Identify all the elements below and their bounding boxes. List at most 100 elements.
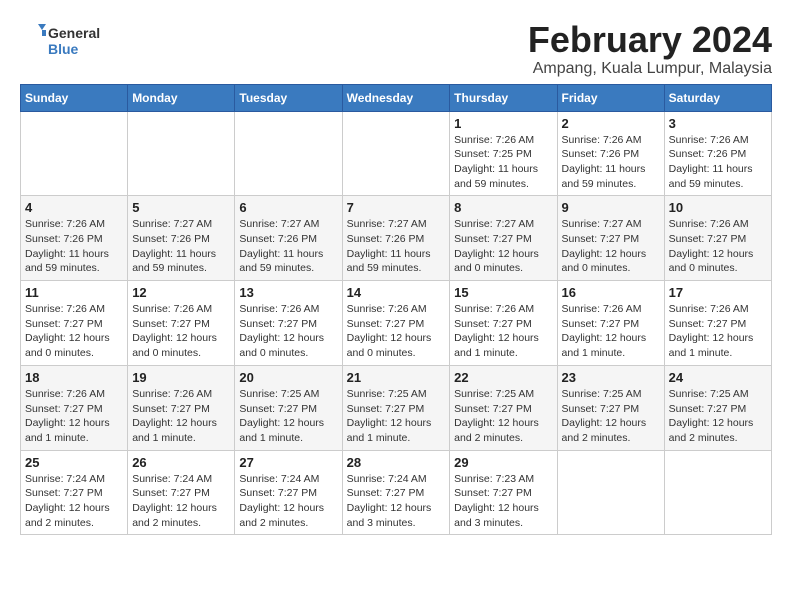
day-number: 14	[347, 285, 446, 300]
calendar-cell	[128, 111, 235, 196]
logo: General Blue	[20, 20, 110, 64]
calendar-cell	[235, 111, 342, 196]
calendar-cell: 5 Sunrise: 7:27 AM Sunset: 7:26 PM Daylig…	[128, 196, 235, 281]
day-info: Sunrise: 7:25 AM Sunset: 7:27 PM Dayligh…	[239, 387, 337, 446]
calendar-cell: 2 Sunrise: 7:26 AM Sunset: 7:26 PM Daylig…	[557, 111, 664, 196]
day-number: 4	[25, 200, 123, 215]
subtitle: Ampang, Kuala Lumpur, Malaysia	[528, 60, 772, 78]
day-number: 12	[132, 285, 230, 300]
calendar-cell: 17 Sunrise: 7:26 AM Sunset: 7:27 PM Dayli…	[664, 281, 771, 366]
day-number: 20	[239, 370, 337, 385]
day-info: Sunrise: 7:25 AM Sunset: 7:27 PM Dayligh…	[347, 387, 446, 446]
day-info: Sunrise: 7:24 AM Sunset: 7:27 PM Dayligh…	[239, 472, 337, 531]
day-info: Sunrise: 7:27 AM Sunset: 7:27 PM Dayligh…	[562, 217, 660, 276]
header-friday: Friday	[557, 84, 664, 111]
day-number: 8	[454, 200, 552, 215]
day-number: 6	[239, 200, 337, 215]
header-saturday: Saturday	[664, 84, 771, 111]
day-number: 17	[669, 285, 767, 300]
calendar-cell	[342, 111, 450, 196]
day-number: 16	[562, 285, 660, 300]
header-tuesday: Tuesday	[235, 84, 342, 111]
day-number: 10	[669, 200, 767, 215]
calendar-week-row: 11 Sunrise: 7:26 AM Sunset: 7:27 PM Dayli…	[21, 281, 772, 366]
day-number: 15	[454, 285, 552, 300]
calendar-cell: 11 Sunrise: 7:26 AM Sunset: 7:27 PM Dayli…	[21, 281, 128, 366]
day-info: Sunrise: 7:26 AM Sunset: 7:27 PM Dayligh…	[132, 387, 230, 446]
day-info: Sunrise: 7:27 AM Sunset: 7:27 PM Dayligh…	[454, 217, 552, 276]
calendar-cell: 7Sunrise: 7:27 AM Sunset: 7:26 PM Daylig…	[342, 196, 450, 281]
calendar-cell: 10 Sunrise: 7:26 AM Sunset: 7:27 PM Dayli…	[664, 196, 771, 281]
svg-text:General: General	[48, 25, 100, 41]
day-info: Sunrise: 7:24 AM Sunset: 7:27 PM Dayligh…	[132, 472, 230, 531]
day-number: 29	[454, 455, 552, 470]
day-number: 3	[669, 116, 767, 131]
day-number: 9	[562, 200, 660, 215]
calendar-cell: 8 Sunrise: 7:27 AM Sunset: 7:27 PM Daylig…	[450, 196, 557, 281]
day-number: 7	[347, 200, 446, 215]
header-row: SundayMondayTuesdayWednesdayThursdayFrid…	[21, 84, 772, 111]
day-number: 27	[239, 455, 337, 470]
day-info: Sunrise: 7:26 AM Sunset: 7:27 PM Dayligh…	[25, 387, 123, 446]
calendar-body: 1 Sunrise: 7:26 AM Sunset: 7:25 PM Daylig…	[21, 111, 772, 535]
day-info: Sunrise: 7:25 AM Sunset: 7:27 PM Dayligh…	[669, 387, 767, 446]
header-wednesday: Wednesday	[342, 84, 450, 111]
day-number: 5	[132, 200, 230, 215]
calendar-cell: 24 Sunrise: 7:25 AM Sunset: 7:27 PM Dayli…	[664, 365, 771, 450]
day-info: Sunrise: 7:26 AM Sunset: 7:26 PM Dayligh…	[25, 217, 123, 276]
day-info: Sunrise: 7:24 AM Sunset: 7:27 PM Dayligh…	[25, 472, 123, 531]
calendar-cell: 13 Sunrise: 7:26 AM Sunset: 7:27 PM Dayli…	[235, 281, 342, 366]
day-info: Sunrise: 7:26 AM Sunset: 7:27 PM Dayligh…	[669, 217, 767, 276]
header-monday: Monday	[128, 84, 235, 111]
day-info: Sunrise: 7:26 AM Sunset: 7:27 PM Dayligh…	[25, 302, 123, 361]
calendar-cell: 25 Sunrise: 7:24 AM Sunset: 7:27 PM Dayli…	[21, 450, 128, 535]
day-info: Sunrise: 7:26 AM Sunset: 7:27 PM Dayligh…	[347, 302, 446, 361]
day-number: 25	[25, 455, 123, 470]
day-info: Sunrise: 7:26 AM Sunset: 7:27 PM Dayligh…	[562, 302, 660, 361]
day-info: Sunrise: 7:26 AM Sunset: 7:25 PM Dayligh…	[454, 133, 552, 192]
calendar-cell: 3 Sunrise: 7:26 AM Sunset: 7:26 PM Daylig…	[664, 111, 771, 196]
calendar-cell: 12Sunrise: 7:26 AM Sunset: 7:27 PM Dayli…	[128, 281, 235, 366]
day-info: Sunrise: 7:25 AM Sunset: 7:27 PM Dayligh…	[562, 387, 660, 446]
calendar-cell: 4 Sunrise: 7:26 AM Sunset: 7:26 PM Daylig…	[21, 196, 128, 281]
calendar-week-row: 18Sunrise: 7:26 AM Sunset: 7:27 PM Dayli…	[21, 365, 772, 450]
day-number: 21	[347, 370, 446, 385]
day-number: 24	[669, 370, 767, 385]
calendar-cell: 28Sunrise: 7:24 AM Sunset: 7:27 PM Dayli…	[342, 450, 450, 535]
calendar-cell: 14 Sunrise: 7:26 AM Sunset: 7:27 PM Dayli…	[342, 281, 450, 366]
day-number: 26	[132, 455, 230, 470]
day-number: 28	[347, 455, 446, 470]
day-info: Sunrise: 7:26 AM Sunset: 7:26 PM Dayligh…	[562, 133, 660, 192]
day-info: Sunrise: 7:25 AM Sunset: 7:27 PM Dayligh…	[454, 387, 552, 446]
calendar-cell: 19Sunrise: 7:26 AM Sunset: 7:27 PM Dayli…	[128, 365, 235, 450]
calendar-cell: 6 Sunrise: 7:27 AM Sunset: 7:26 PM Daylig…	[235, 196, 342, 281]
day-info: Sunrise: 7:26 AM Sunset: 7:27 PM Dayligh…	[669, 302, 767, 361]
header: General Blue February 2024 Ampang, Kuala…	[20, 20, 772, 78]
day-number: 13	[239, 285, 337, 300]
day-info: Sunrise: 7:26 AM Sunset: 7:27 PM Dayligh…	[239, 302, 337, 361]
calendar-cell: 9 Sunrise: 7:27 AM Sunset: 7:27 PM Daylig…	[557, 196, 664, 281]
calendar-header: SundayMondayTuesdayWednesdayThursdayFrid…	[21, 84, 772, 111]
day-number: 1	[454, 116, 552, 131]
day-info: Sunrise: 7:27 AM Sunset: 7:26 PM Dayligh…	[239, 217, 337, 276]
calendar-cell: 26 Sunrise: 7:24 AM Sunset: 7:27 PM Dayli…	[128, 450, 235, 535]
calendar-cell: 20 Sunrise: 7:25 AM Sunset: 7:27 PM Dayli…	[235, 365, 342, 450]
calendar-cell: 23 Sunrise: 7:25 AM Sunset: 7:27 PM Dayli…	[557, 365, 664, 450]
svg-text:Blue: Blue	[48, 41, 79, 57]
calendar-cell	[557, 450, 664, 535]
day-info: Sunrise: 7:23 AM Sunset: 7:27 PM Dayligh…	[454, 472, 552, 531]
calendar-cell: 27 Sunrise: 7:24 AM Sunset: 7:27 PM Dayli…	[235, 450, 342, 535]
day-info: Sunrise: 7:26 AM Sunset: 7:27 PM Dayligh…	[454, 302, 552, 361]
calendar-cell: 15 Sunrise: 7:26 AM Sunset: 7:27 PM Dayli…	[450, 281, 557, 366]
calendar-table: SundayMondayTuesdayWednesdayThursdayFrid…	[20, 84, 772, 536]
day-info: Sunrise: 7:26 AM Sunset: 7:26 PM Dayligh…	[669, 133, 767, 192]
day-info: Sunrise: 7:27 AM Sunset: 7:26 PM Dayligh…	[132, 217, 230, 276]
main-title: February 2024	[528, 20, 772, 60]
day-number: 2	[562, 116, 660, 131]
calendar-cell: 1 Sunrise: 7:26 AM Sunset: 7:25 PM Daylig…	[450, 111, 557, 196]
title-area: February 2024 Ampang, Kuala Lumpur, Mala…	[528, 20, 772, 78]
calendar-cell: 18Sunrise: 7:26 AM Sunset: 7:27 PM Dayli…	[21, 365, 128, 450]
calendar-cell	[21, 111, 128, 196]
day-number: 11	[25, 285, 123, 300]
day-number: 23	[562, 370, 660, 385]
